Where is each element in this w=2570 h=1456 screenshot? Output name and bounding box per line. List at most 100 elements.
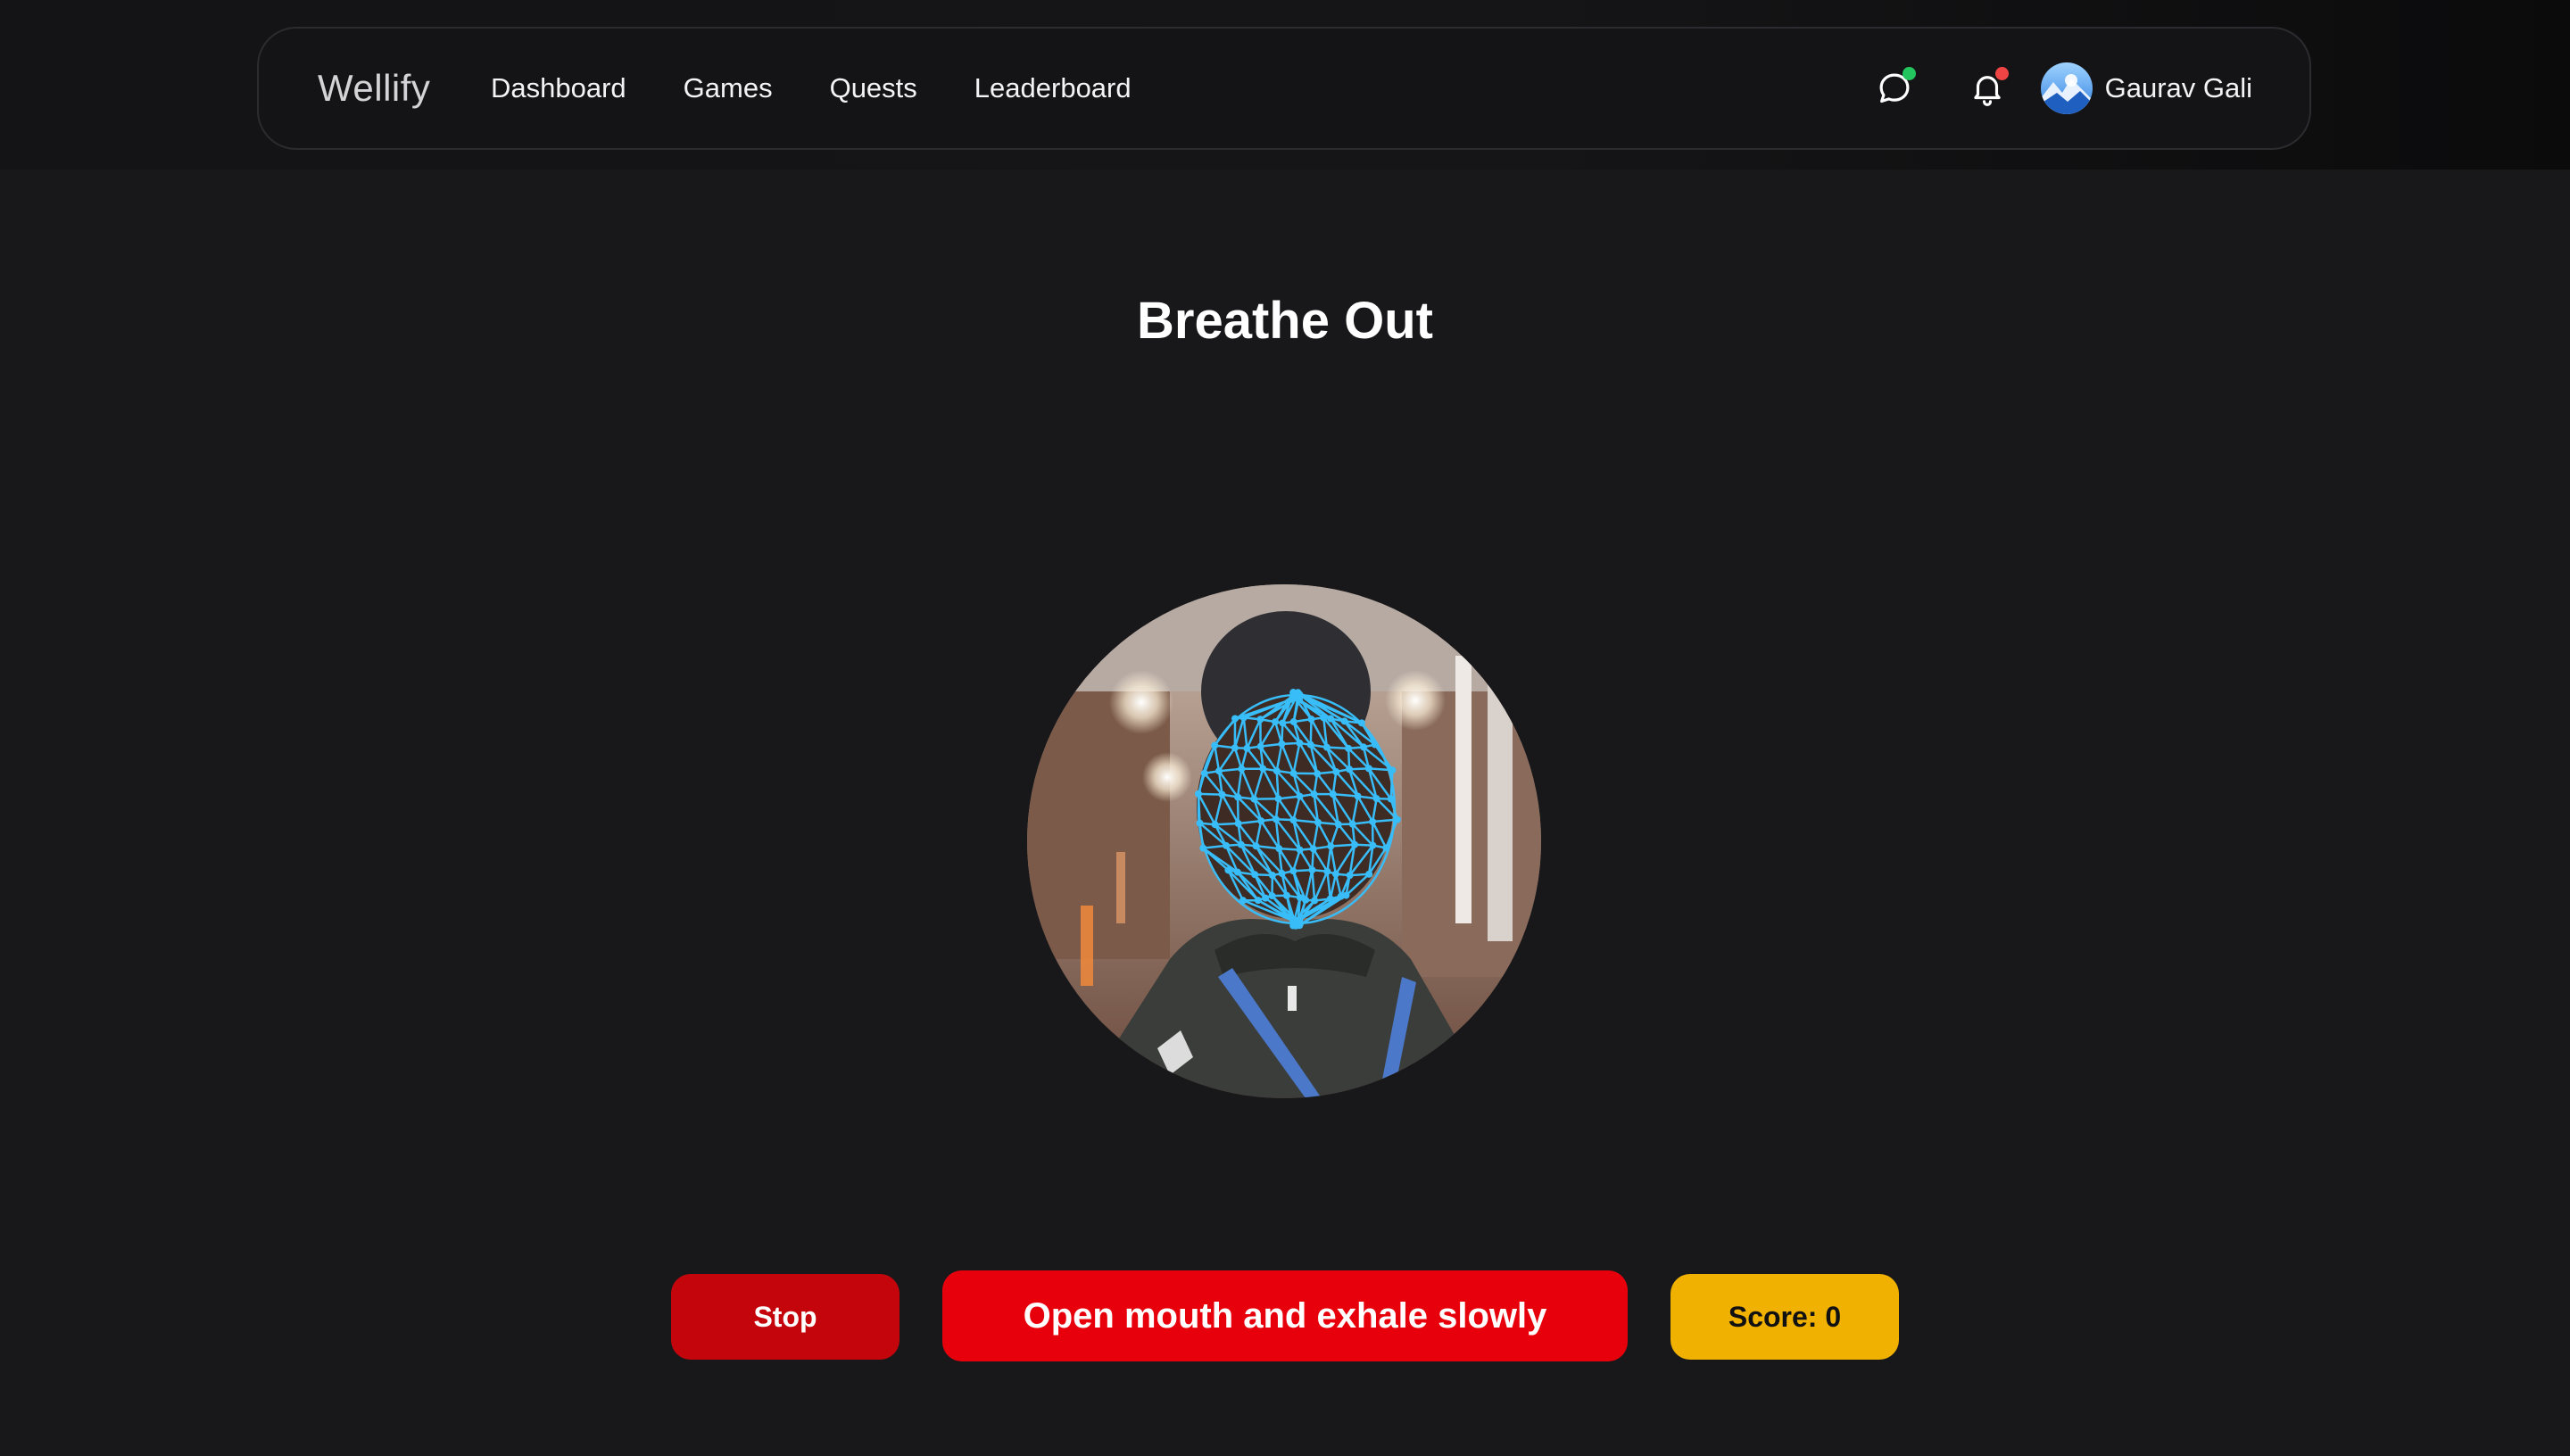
face-mesh-point <box>1327 715 1335 723</box>
face-mesh-point <box>1268 872 1276 880</box>
face-mesh-point <box>1332 768 1340 776</box>
user-name[interactable]: Gaurav Gali <box>2105 72 2252 104</box>
face-mesh-point <box>1351 840 1359 848</box>
game-controls: Stop Open mouth and exhale slowly Score:… <box>0 1270 2570 1361</box>
face-mesh-point <box>1279 719 1287 727</box>
camera-feed <box>1027 584 1541 1098</box>
face-mesh-point <box>1309 845 1317 853</box>
face-mesh-point <box>1322 743 1331 751</box>
face-mesh-point <box>1224 866 1232 874</box>
face-mesh-point <box>1371 740 1379 749</box>
face-mesh-point <box>1233 868 1241 876</box>
face-mesh-point <box>1251 871 1259 879</box>
face-mesh-point <box>1282 891 1290 899</box>
face-mesh-point <box>1272 718 1280 726</box>
face-mesh-point <box>1256 716 1264 724</box>
face-mesh-point <box>1369 817 1377 825</box>
face-mesh-point <box>1273 767 1281 775</box>
face-mesh-point <box>1289 689 1297 697</box>
face-mesh-point <box>1243 744 1251 752</box>
face-mesh-point <box>1308 866 1316 874</box>
face-mesh-point <box>1334 821 1342 829</box>
face-mesh-point <box>1275 845 1283 853</box>
face-mesh-point <box>1218 790 1226 798</box>
nav-link-dashboard[interactable]: Dashboard <box>491 72 626 104</box>
face-mesh-point <box>1310 790 1318 798</box>
face-mesh-point <box>1199 844 1207 852</box>
brand-logo[interactable]: Wellify <box>318 67 430 110</box>
face-mesh-point <box>1196 819 1204 827</box>
face-mesh-point <box>1211 741 1219 749</box>
face-mesh-point <box>1387 795 1395 803</box>
notifications-button[interactable] <box>1966 67 2009 110</box>
face-mesh-point <box>1296 792 1304 800</box>
face-mesh-point <box>1369 841 1377 849</box>
face-mesh-point <box>1250 795 1258 803</box>
face-mesh-point <box>1327 842 1335 850</box>
score-badge: Score: 0 <box>1670 1274 1899 1360</box>
face-mesh-point <box>1372 795 1380 803</box>
face-mesh-point <box>1268 892 1276 900</box>
face-mesh-point <box>1223 841 1231 849</box>
face-mesh-point <box>1231 744 1239 752</box>
avatar[interactable] <box>2040 62 2093 114</box>
face-mesh-point <box>1211 821 1219 829</box>
nav-links: Dashboard Games Quests Leaderboard <box>491 72 1132 104</box>
face-mesh-overlay <box>1195 689 1401 930</box>
face-mesh-point <box>1200 769 1208 777</box>
face-mesh-point <box>1306 740 1314 749</box>
face-mesh-point <box>1326 895 1334 903</box>
face-mesh-point <box>1307 716 1315 724</box>
face-mesh-point <box>1256 742 1264 750</box>
face-mesh-point <box>1323 867 1331 875</box>
nav-link-leaderboard[interactable]: Leaderboard <box>974 72 1132 104</box>
face-mesh-point <box>1239 714 1248 722</box>
face-mesh-point <box>1234 820 1242 828</box>
face-mesh-point <box>1382 844 1390 852</box>
face-mesh-point <box>1329 790 1337 798</box>
stop-button[interactable]: Stop <box>671 1274 900 1360</box>
face-mesh-point <box>1320 714 1328 722</box>
instruction-banner: Open mouth and exhale slowly <box>942 1270 1628 1361</box>
face-mesh-point <box>1296 739 1304 747</box>
face-mesh-point <box>1238 765 1246 773</box>
face-mesh-point <box>1346 765 1354 774</box>
face-mesh-point <box>1345 744 1353 752</box>
face-mesh-point <box>1393 815 1401 823</box>
face-mesh-point <box>1389 766 1397 774</box>
avatar-image <box>2040 62 2093 114</box>
face-mesh-point <box>1195 790 1203 798</box>
chat-button[interactable] <box>1873 67 1916 110</box>
face-mesh-point <box>1364 765 1372 773</box>
face-mesh-point <box>1289 867 1297 875</box>
face-mesh-point <box>1215 767 1223 775</box>
nav-link-quests[interactable]: Quests <box>830 72 917 104</box>
nav-actions: Gaurav Gali <box>1873 62 2252 114</box>
face-mesh-point <box>1278 870 1286 878</box>
nav-link-games[interactable]: Games <box>684 72 773 104</box>
face-mesh-point <box>1296 922 1304 930</box>
face-mesh-point <box>1254 897 1262 905</box>
face-mesh-point <box>1272 815 1280 823</box>
face-mesh-point <box>1314 770 1322 778</box>
face-mesh-point <box>1296 846 1304 854</box>
face-mesh-point <box>1231 715 1239 723</box>
face-mesh-point <box>1365 870 1373 878</box>
face-mesh-point <box>1274 795 1282 803</box>
face-mesh-point <box>1311 897 1319 905</box>
face-mesh-point <box>1289 718 1297 726</box>
notification-indicator-dot <box>1994 67 2009 80</box>
face-mesh-point <box>1340 717 1348 725</box>
face-mesh-point <box>1257 817 1265 825</box>
face-mesh-point <box>1289 816 1297 824</box>
face-mesh-point <box>1237 840 1245 848</box>
face-mesh-point <box>1348 820 1356 828</box>
chat-indicator-dot <box>1902 67 1916 80</box>
face-mesh-point <box>1360 743 1368 751</box>
face-mesh-point <box>1342 891 1350 899</box>
face-mesh-point <box>1239 897 1247 905</box>
face-mesh-point <box>1331 870 1339 878</box>
face-mesh-point <box>1302 896 1310 904</box>
face-mesh-point <box>1289 769 1297 777</box>
face-mesh-point <box>1252 842 1260 850</box>
